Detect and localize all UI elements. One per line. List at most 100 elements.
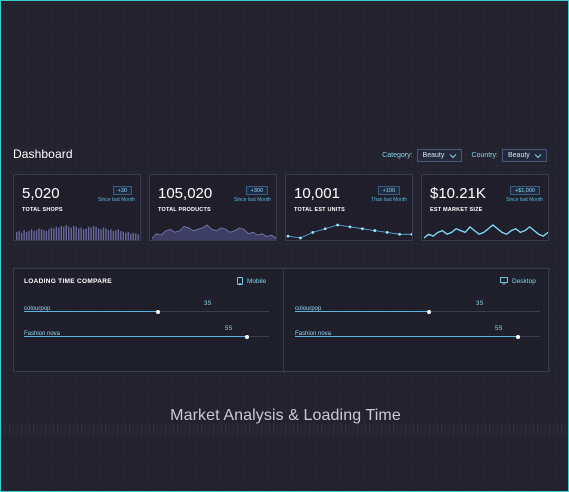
kpi-value: 5,020: [22, 185, 60, 202]
kpi-delta-badge: +30: [112, 186, 132, 195]
mobile-row-fill: [24, 336, 247, 337]
desktop-row-fill: [295, 311, 429, 312]
category-select[interactable]: Beauty: [416, 149, 462, 162]
kpi-value: 105,020: [158, 185, 213, 202]
spark-point: [373, 229, 377, 232]
spark-point: [410, 232, 412, 236]
spark-bar: [58, 227, 60, 240]
spark-bar: [130, 233, 132, 240]
spark-point: [323, 227, 327, 231]
spark-bar: [30, 229, 33, 240]
spark-bar: [80, 227, 82, 240]
spark-bar: [97, 228, 100, 240]
spark-bar: [100, 229, 102, 240]
kpi-since: Than last Month: [371, 197, 407, 203]
spark-bar: [110, 229, 112, 240]
spark-bar: [16, 231, 18, 240]
kpi-label: TOTAL SHOPS: [22, 207, 63, 213]
kpi-since: Since last Month: [506, 197, 543, 203]
spark-bar: [35, 230, 38, 240]
kpi-since: Since last Month: [98, 197, 135, 203]
desktop-toggle[interactable]: Desktop: [500, 277, 536, 285]
desktop-row-fill: [295, 336, 518, 337]
kpi-value: 10,001: [294, 185, 340, 202]
spark-bar: [92, 225, 95, 240]
spark-point: [348, 225, 352, 229]
spark-point: [286, 234, 290, 238]
desktop-label: Desktop: [512, 277, 536, 285]
spark-bar: [115, 230, 117, 240]
spark-bar: [38, 228, 40, 240]
desktop-icon: [500, 277, 508, 285]
spark-bar: [45, 231, 48, 240]
country-select[interactable]: Beauty: [502, 149, 547, 162]
mobile-row-value: 5S: [225, 326, 233, 332]
spark-bar: [20, 232, 23, 240]
mobile-toggle[interactable]: Mobile: [237, 277, 266, 285]
mobile-icon: [237, 277, 243, 285]
spark-bar: [127, 231, 129, 240]
desktop-row-track: [295, 309, 540, 314]
kpi-value: $10.21K: [430, 185, 486, 202]
decorative-tick-strip: [1, 425, 568, 435]
spark-bar: [87, 226, 90, 240]
kpi-delta-badge: +$1,000: [509, 186, 540, 195]
spark-bar: [90, 227, 92, 240]
sparkline-bars: [16, 225, 139, 240]
kpi-delta-badge: +100: [377, 186, 400, 195]
kpi-card-total-shops[interactable]: 5,020 TOTAL SHOPS +30 Since last Month: [13, 174, 141, 241]
spark-bar: [55, 226, 58, 240]
panel-title: LOADING TIME COMPARE: [24, 278, 112, 285]
spark-bar: [125, 232, 127, 240]
sparkline-area: [151, 224, 276, 240]
spark-bar: [53, 228, 55, 240]
mobile-row-track: [24, 334, 269, 339]
desktop-row-value: 3S: [476, 301, 484, 307]
desktop-row-knob: [516, 334, 520, 339]
chevron-down-icon: [534, 153, 542, 158]
spark-bar: [102, 227, 105, 240]
spark-area: [152, 225, 276, 240]
kpi-delta-badge: +300: [245, 186, 268, 195]
spark-point: [311, 231, 315, 234]
kpi-card-est-market-size[interactable]: $10.21K EST MARKET SIZE +$1,000 Since la…: [421, 174, 549, 241]
spark-bar: [18, 231, 20, 240]
spark-point: [361, 227, 364, 231]
spark-bar: [65, 225, 67, 240]
spark-point: [299, 236, 302, 240]
spark-bar: [28, 231, 30, 240]
mobile-label: Mobile: [247, 277, 267, 285]
spark-bar: [73, 225, 75, 240]
spark-bar: [107, 230, 110, 240]
category-value: Beauty: [422, 152, 445, 159]
spark-bar: [135, 233, 137, 240]
screenshot-frame: Dashboard Category: Beauty Country: Beau…: [0, 0, 569, 492]
sparkline-line-dots: [286, 223, 412, 240]
spark-bar: [132, 232, 134, 240]
spark-bar: [40, 229, 43, 240]
filter-bar: Category: Beauty Country: Beauty: [382, 149, 547, 162]
spark-bar: [78, 228, 80, 240]
spark-bar: [117, 229, 120, 240]
spark-bar: [43, 230, 45, 240]
spark-bar: [122, 231, 125, 240]
kpi-card-total-est-units[interactable]: 10,001 TOTAL EST UNITS +100 Than last Mo…: [285, 174, 413, 241]
spark-bar: [120, 231, 122, 240]
spark-bar: [33, 231, 35, 240]
mobile-row-track: [24, 309, 269, 314]
kpi-label: TOTAL PRODUCTS: [158, 207, 211, 213]
spark-bar: [112, 231, 115, 240]
mobile-row-knob: [245, 334, 249, 339]
loading-time-panel: LOADING TIME COMPARE Mobile Desktop colo…: [13, 268, 549, 373]
spark-bar: [70, 227, 72, 240]
page-title: Dashboard: [13, 147, 73, 161]
kpi-card-total-products[interactable]: 105,020 TOTAL PRODUCTS +300 Since last M…: [149, 174, 277, 241]
spark-point: [336, 223, 339, 227]
spark-bar: [23, 230, 25, 240]
spark-bar: [60, 225, 63, 240]
panel-divider: [283, 269, 284, 373]
kpi-label: TOTAL EST UNITS: [294, 207, 345, 213]
desktop-row-value: 5S: [495, 326, 503, 332]
mobile-row-value: 3S: [204, 301, 212, 307]
spark-line: [423, 224, 548, 239]
